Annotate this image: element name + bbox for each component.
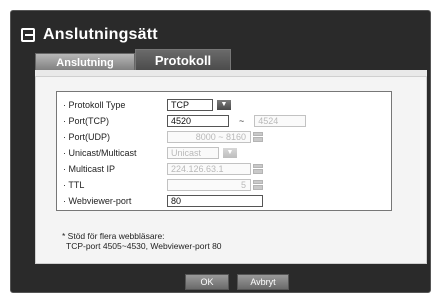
- note-line-1: * Stöd för flera webbläsare:: [62, 231, 165, 241]
- multicast-ip-input: 224.126.63.1: [167, 162, 251, 175]
- webviewer-port-value: 80: [171, 195, 182, 206]
- unicast-multicast-value: Unicast: [171, 147, 202, 158]
- note-line-2: TCP-port 4505~4530, Webviewer-port 80: [66, 241, 222, 251]
- port-udp-input: 8000 ~ 8160: [167, 130, 251, 143]
- tab-protokoll[interactable]: Protokoll: [135, 49, 231, 71]
- dialog-window: Anslutningsätt Anslutning Protokoll · Pr…: [10, 10, 431, 293]
- multicast-ip-value: 224.126.63.1: [171, 163, 224, 174]
- webviewer-port-label: · Webviewer-port: [63, 195, 132, 206]
- webviewer-port-row: · Webviewer-port 80: [63, 194, 263, 207]
- port-udp-value: 8000 ~ 8160: [195, 131, 246, 142]
- port-udp-spinner-icon: [253, 131, 263, 142]
- port-tcp-end-input: 4524: [254, 114, 307, 127]
- protocol-type-select[interactable]: TCP: [167, 98, 213, 111]
- unicast-multicast-row: · Unicast/Multicast Unicast ▼: [63, 146, 237, 159]
- ttl-row: · TTL 5: [63, 178, 263, 191]
- settings-box: · Protokoll Type TCP ▼ · Port(TCP) 4520 …: [56, 91, 392, 211]
- ok-button[interactable]: OK: [185, 274, 229, 290]
- unicast-multicast-select: Unicast: [167, 146, 219, 159]
- port-tcp-start-input[interactable]: 4520: [167, 114, 229, 127]
- unicast-multicast-label: · Unicast/Multicast: [63, 147, 137, 158]
- port-tcp-row: · Port(TCP) 4520 ~ 4524: [63, 114, 307, 127]
- window-icon: [21, 28, 35, 42]
- ttl-input: 5: [167, 178, 251, 191]
- protocol-type-value: TCP: [171, 99, 189, 110]
- port-udp-label: · Port(UDP): [63, 131, 110, 142]
- protocol-type-dropdown-icon[interactable]: ▼: [217, 99, 231, 110]
- ttl-spinner-icon: [253, 179, 263, 190]
- protocol-type-label: · Protokoll Type: [63, 99, 126, 110]
- cancel-button[interactable]: Avbryt: [237, 274, 289, 290]
- protocol-type-row: · Protokoll Type TCP ▼: [63, 98, 231, 111]
- ttl-label: · TTL: [63, 179, 85, 190]
- multicast-ip-label: · Multicast IP: [63, 163, 116, 174]
- port-udp-row: · Port(UDP) 8000 ~ 8160: [63, 130, 263, 143]
- ttl-value: 5: [240, 179, 246, 190]
- browser-support-note: * Stöd för flera webbläsare: TCP-port 45…: [62, 231, 222, 251]
- tab-anslutning[interactable]: Anslutning: [35, 53, 135, 71]
- port-tcp-start-value: 4520: [171, 115, 192, 126]
- port-tcp-end-value: 4524: [258, 115, 279, 126]
- port-tcp-label: · Port(TCP): [63, 115, 109, 126]
- tab-bar: Anslutning Protokoll: [35, 49, 231, 71]
- unicast-multicast-dropdown-icon: ▼: [223, 147, 237, 158]
- webviewer-port-input[interactable]: 80: [167, 194, 263, 207]
- multicast-ip-spinner-icon: [253, 163, 263, 174]
- port-range-separator: ~: [239, 115, 245, 126]
- protocol-panel: · Protokoll Type TCP ▼ · Port(TCP) 4520 …: [35, 76, 427, 264]
- dialog-title: Anslutningsätt: [43, 26, 158, 43]
- dialog-buttons: OK Avbryt: [185, 274, 289, 290]
- multicast-ip-row: · Multicast IP 224.126.63.1: [63, 162, 263, 175]
